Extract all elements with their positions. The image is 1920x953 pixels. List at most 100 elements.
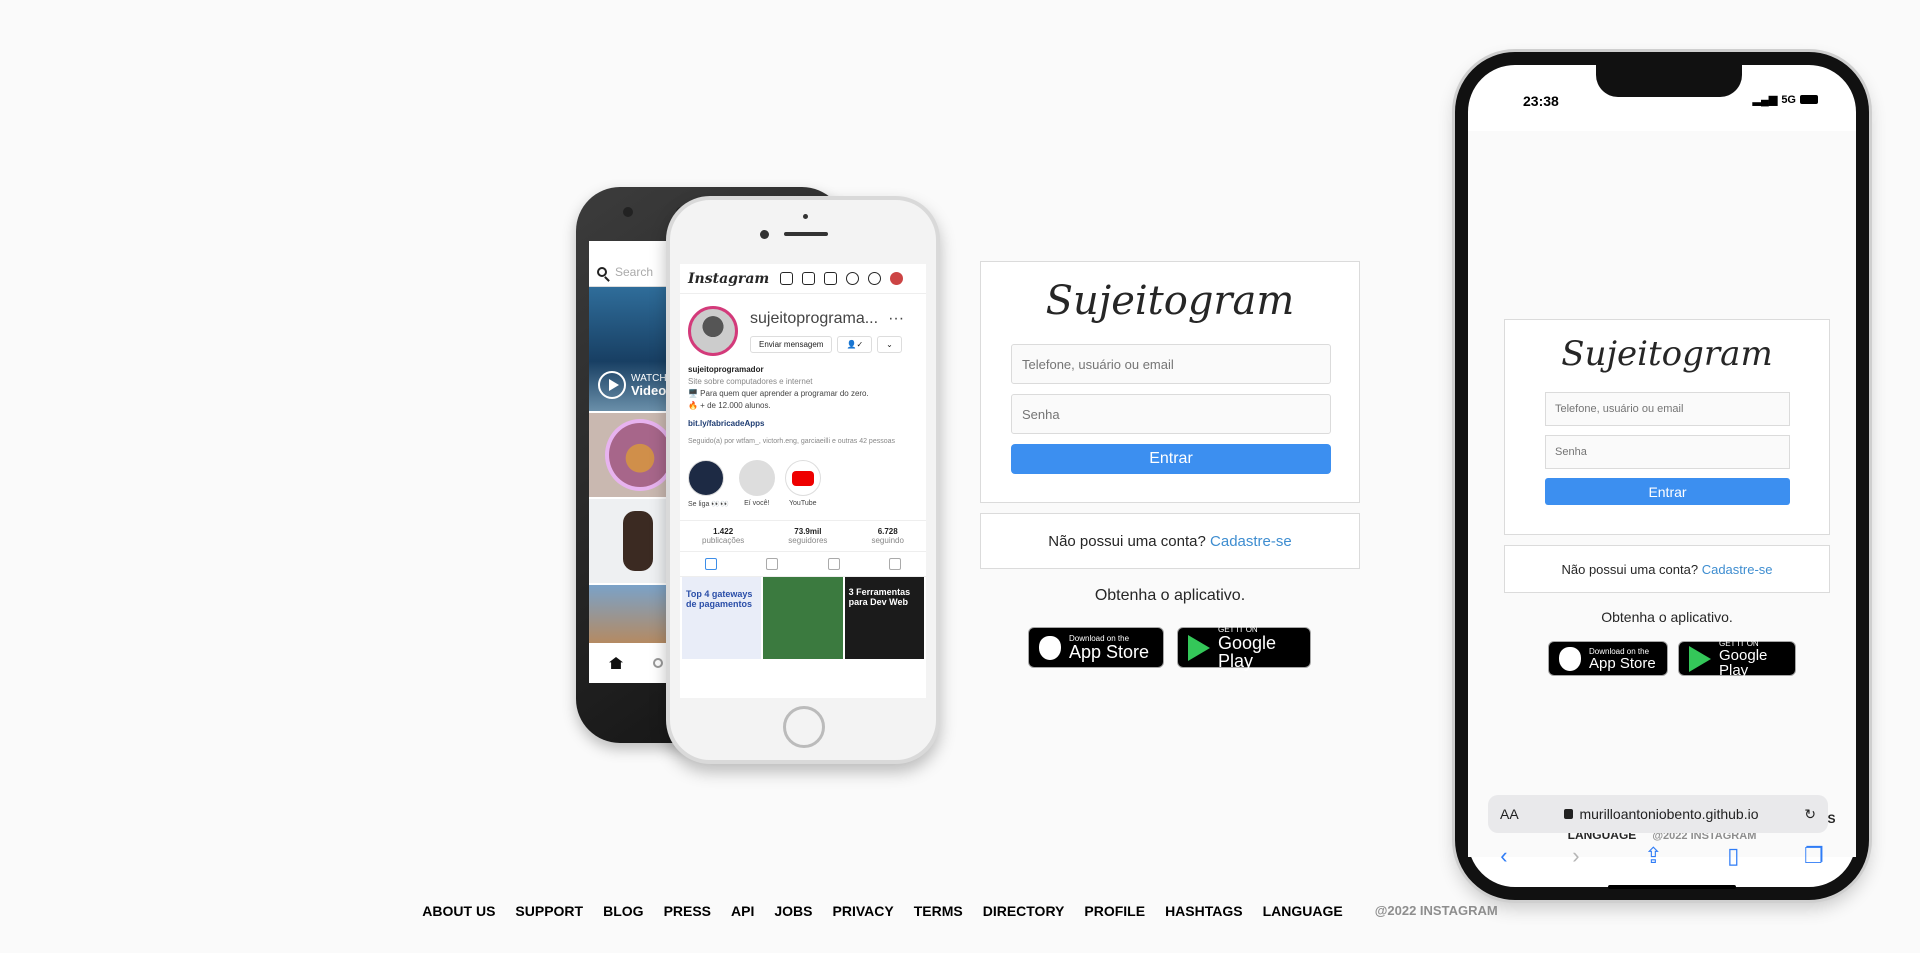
badge-large-text: Google Play: [1218, 633, 1277, 671]
footer-link-profile[interactable]: PROFILE: [1084, 903, 1145, 919]
app-logo: Instagram: [688, 270, 770, 287]
profile-bio: sujeitoprogramador Site sobre computador…: [680, 356, 926, 456]
footer-link-about[interactable]: ABOUT US: [422, 903, 495, 919]
avatar: [688, 306, 738, 356]
dog-image: [623, 511, 653, 571]
explore-icon: [846, 272, 860, 285]
footer-link-language[interactable]: LANGUAGE: [1263, 903, 1343, 919]
mobile-login-card: Sujeitogram Entrar: [1504, 319, 1830, 535]
login-button[interactable]: Entrar: [1011, 444, 1331, 474]
reload-icon[interactable]: ↻: [1804, 806, 1816, 823]
react-icon: [688, 460, 724, 496]
username-input[interactable]: [1011, 344, 1331, 384]
copyright: @2022 INSTAGRAM: [1374, 903, 1498, 918]
password-input[interactable]: [1011, 394, 1331, 434]
post-thumb: 3 Ferramentas para Dev Web: [844, 577, 924, 659]
signup-link[interactable]: Cadastre-se: [1702, 562, 1773, 577]
stat-following: 6.728 seguindo: [871, 527, 903, 545]
home-icon: [609, 657, 623, 669]
get-app-text: Obtenha o aplicativo.: [1601, 609, 1733, 625]
bio-line: 🖥️ Para quem quer aprender a programar d…: [688, 389, 869, 398]
video-icon: [827, 558, 840, 570]
post-thumb: [763, 577, 843, 659]
story-highlights: Se liga 👀👀 Eí você! YouTube: [680, 456, 926, 512]
highlight-thumb: [738, 460, 775, 496]
footer-link-hashtags[interactable]: HASHTAGS: [1165, 903, 1243, 919]
app-store-badge[interactable]: Download on the App Store: [1548, 641, 1668, 676]
status-time: 23:38: [1523, 93, 1559, 109]
watch-large: Video: [631, 383, 667, 398]
reels-icon: [766, 558, 779, 570]
mobile-signup-card: Não possui uma conta? Cadastre-se: [1504, 545, 1830, 593]
footer-link-support[interactable]: SUPPORT: [515, 903, 583, 919]
google-play-icon: [1188, 634, 1210, 661]
network-label: 5G: [1781, 93, 1796, 106]
bio-link: bit.ly/fabricadeApps: [688, 419, 765, 428]
browser-toolbar: ‹ › ⇪ ▯ ❐: [1468, 843, 1856, 869]
badge-large-text: App Store: [1069, 642, 1150, 662]
chevron-down-icon: ⌄: [877, 336, 902, 353]
signal-icon: ▂▄▆: [1752, 94, 1778, 106]
profile-username: sujeitoprograma... ···: [750, 310, 904, 328]
mobile-screen: Sujeitogram Entrar Não possui uma conta?…: [1468, 131, 1856, 857]
stat-value: 1.422: [713, 527, 734, 536]
text-size-button[interactable]: AA: [1500, 806, 1519, 822]
forward-icon[interactable]: ›: [1572, 843, 1579, 869]
stat-followers: 73.9mil seguidores: [788, 527, 827, 545]
profile-stats: 1.422 publicações 73.9mil seguidores 6.728…: [680, 520, 926, 552]
watch-label: WATCH Video: [631, 373, 667, 399]
apple-icon: [1039, 635, 1061, 660]
speaker: [784, 232, 828, 236]
footer-link-privacy[interactable]: PRIVACY: [833, 903, 894, 919]
password-input[interactable]: [1545, 435, 1790, 469]
login-button[interactable]: Entrar: [1545, 478, 1790, 505]
avatar-icon: [890, 272, 904, 285]
share-icon[interactable]: ⇪: [1644, 843, 1662, 869]
app-store-badge[interactable]: Download on the App Store: [1028, 627, 1164, 668]
home-icon: [780, 272, 794, 285]
browser-url-bar[interactable]: AA murilloantoniobento.github.io ↻: [1488, 795, 1828, 833]
footer-link-api[interactable]: API: [731, 903, 754, 919]
tabs-icon[interactable]: ❐: [1804, 843, 1824, 869]
stat-label: seguindo: [871, 536, 904, 545]
phone-notch: [1596, 63, 1742, 97]
message-button: Enviar mensagem: [750, 336, 833, 353]
status-indicators: ▂▄▆ 5G: [1753, 93, 1818, 106]
home-button: [783, 706, 825, 748]
footer: ABOUT US SUPPORT BLOG PRESS API JOBS PRI…: [0, 903, 1920, 919]
footer-link-terms[interactable]: TERMS: [914, 903, 963, 919]
badge-large-text: App Store: [1589, 654, 1656, 672]
profile-header: sujeitoprograma... ··· Enviar mensagem 👤✓…: [680, 294, 926, 356]
footer-link-jobs[interactable]: JOBS: [774, 903, 812, 919]
footer-link-blog[interactable]: BLOG: [603, 903, 643, 919]
stat-label: seguidores: [788, 536, 828, 545]
signup-prompt: Não possui uma conta?: [1561, 561, 1699, 577]
footer-link-press[interactable]: PRESS: [664, 903, 711, 919]
username-input[interactable]: [1545, 392, 1790, 426]
back-icon[interactable]: ‹: [1500, 843, 1507, 869]
bio-line: 🔥 + de 12.000 alunos.: [688, 401, 771, 410]
signup-link[interactable]: Cadastre-se: [1210, 533, 1292, 550]
bookmarks-icon[interactable]: ▯: [1727, 843, 1739, 869]
username-text: sujeitoprograma...: [750, 310, 879, 327]
post-grid: Top 4 gateways de pagamentos 3 Ferrament…: [680, 577, 926, 659]
login-card: Sujeitogram Entrar: [980, 261, 1360, 503]
google-play-badge[interactable]: GET IT ON Google Play: [1678, 639, 1796, 678]
url-value: murilloantoniobento.github.io: [1579, 806, 1759, 822]
url-text: murilloantoniobento.github.io: [1564, 806, 1758, 822]
google-play-badge[interactable]: GET IT ON Google Play: [1177, 625, 1311, 671]
stat-label: publicações: [702, 536, 745, 545]
footer-link-directory[interactable]: DIRECTORY: [983, 903, 1065, 919]
battery-icon: [1800, 95, 1818, 104]
youtube-icon: [784, 460, 821, 496]
profile-tabs: [680, 552, 926, 577]
add-post-icon: [824, 272, 838, 285]
search-icon: [653, 658, 663, 668]
apple-icon: [1559, 646, 1581, 671]
camera: [623, 207, 633, 217]
signup-card: Não possui uma conta? Cadastre-se: [980, 513, 1360, 569]
home-indicator: [1608, 885, 1736, 889]
play-icon: [598, 371, 626, 399]
stat-value: 6.728: [877, 527, 898, 536]
brand-logo: Sujeitogram: [1045, 278, 1295, 324]
